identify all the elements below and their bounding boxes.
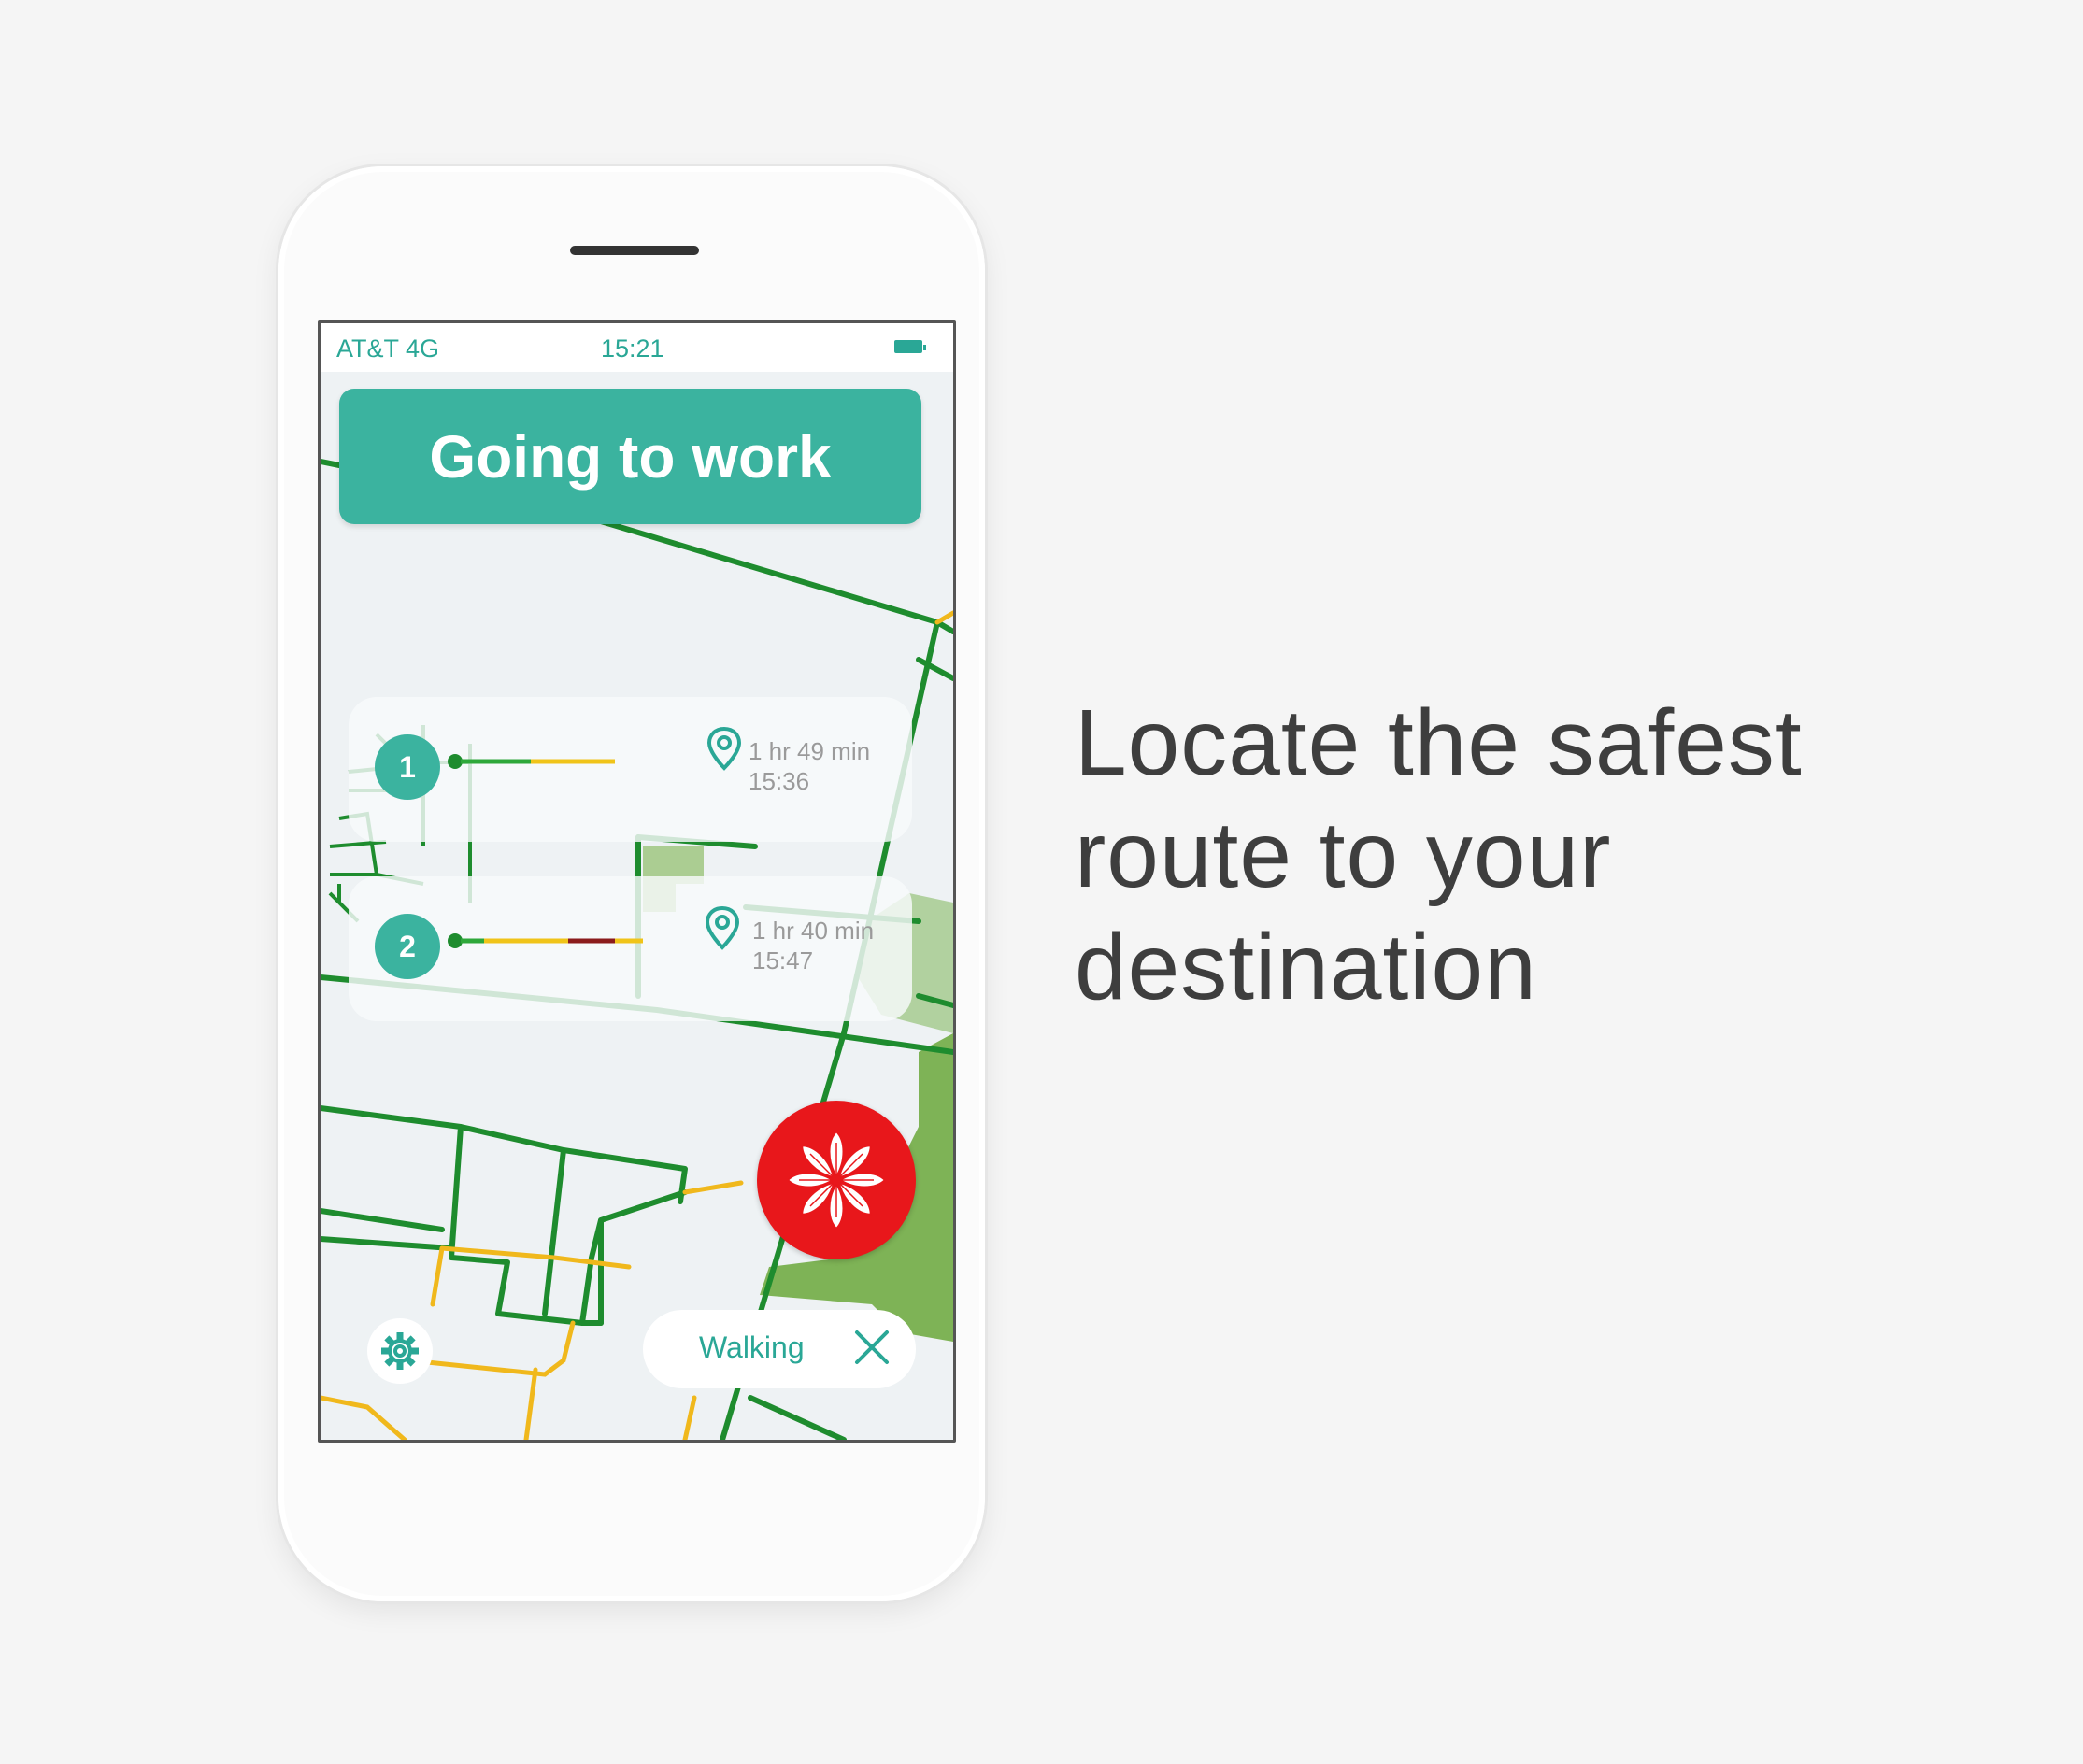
route-number-badge: 1: [375, 734, 440, 800]
settings-button[interactable]: [367, 1318, 433, 1384]
tagline-line-1: Locate the safest: [1075, 690, 1803, 795]
marketing-tagline: Locate the safest route to your destinat…: [1075, 687, 1916, 1023]
page-title-text: Going to work: [429, 422, 832, 491]
travel-mode-selector[interactable]: Walking: [643, 1310, 916, 1388]
location-pin-icon: [706, 726, 742, 771]
route-info: 1 hr 49 min 15:36: [749, 736, 870, 796]
emergency-button[interactable]: [757, 1101, 916, 1259]
status-bar: AT&T 4G 15:21: [321, 323, 953, 372]
battery-full-icon: [894, 340, 926, 353]
route-arrival-time: 15:47: [752, 946, 814, 974]
route-arrival-time: 15:36: [749, 767, 810, 795]
route-line-preview: [448, 754, 615, 769]
location-pin-icon: [705, 905, 740, 950]
tagline-line-3: destination: [1075, 915, 1537, 1019]
close-icon[interactable]: [853, 1329, 891, 1366]
tagline-line-2: route to your: [1075, 803, 1612, 907]
route-number-badge: 2: [375, 914, 440, 979]
route-option-2[interactable]: 2 1 hr 40 min 15:47: [349, 876, 912, 1021]
route-option-1[interactable]: 1 1 hr 49 min 15:36: [349, 697, 912, 842]
phone-mockup: AT&T 4G 15:21 Going to work 1 1 hr 49 mi…: [278, 166, 985, 1601]
clock-label: 15:21: [601, 334, 664, 363]
page-title: Going to work: [339, 389, 921, 524]
gear-icon: [381, 1332, 419, 1370]
travel-mode-label: Walking: [699, 1330, 805, 1364]
carrier-label: AT&T 4G: [336, 334, 440, 363]
app-screen: AT&T 4G 15:21 Going to work 1 1 hr 49 mi…: [318, 320, 956, 1443]
phone-speaker: [570, 246, 699, 255]
route-line-preview: [448, 933, 643, 948]
route-info: 1 hr 40 min 15:47: [752, 916, 874, 975]
flower-emblem-icon: [786, 1130, 887, 1231]
route-duration: 1 hr 40 min: [752, 917, 875, 945]
route-duration: 1 hr 49 min: [749, 737, 871, 765]
